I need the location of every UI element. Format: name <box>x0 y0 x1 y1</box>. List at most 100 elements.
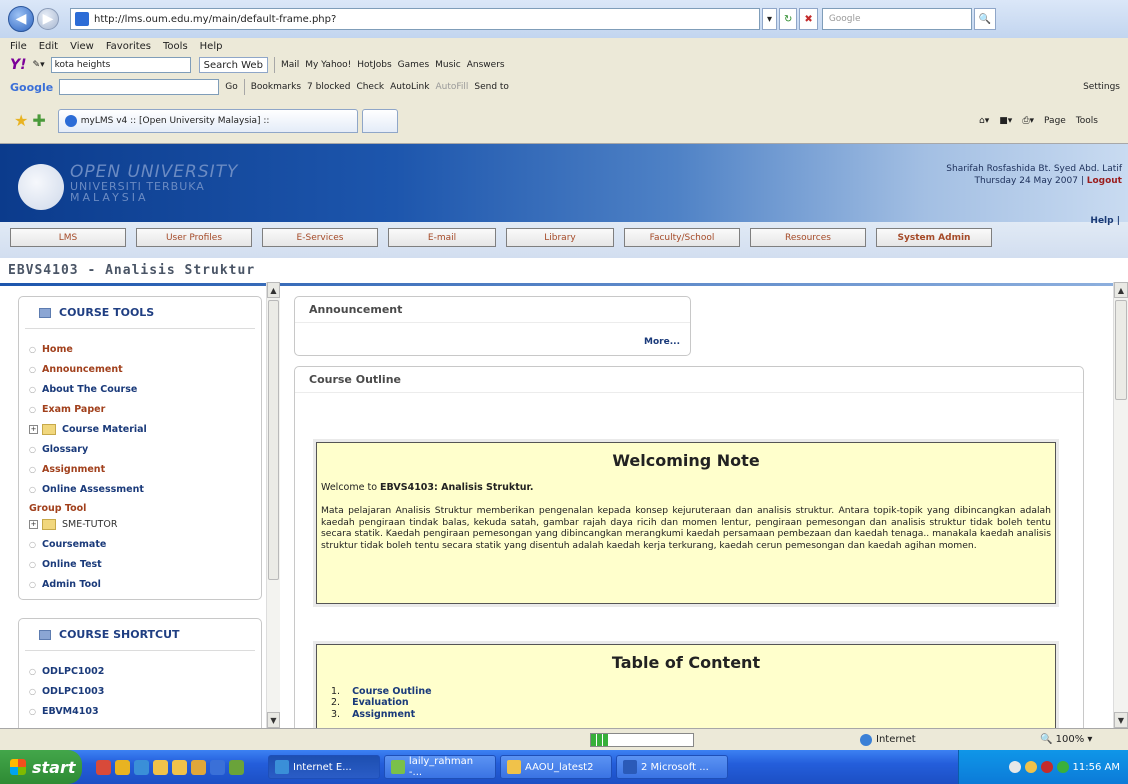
search-button[interactable]: 🔍 <box>973 8 997 30</box>
taskbar-folder[interactable]: AAOU_latest2 <box>500 755 612 779</box>
tool-course-material[interactable]: + Course Material <box>29 421 261 437</box>
yahoo-search-input[interactable]: kota heights <box>50 57 191 73</box>
tab-mylms[interactable]: myLMS v4 :: [Open University Malaysia] :… <box>57 108 358 133</box>
expand-icon[interactable]: + <box>29 424 38 434</box>
page-scrollbar[interactable]: ▲ ▼ <box>1113 282 1128 728</box>
scroll-up-arrow[interactable]: ▲ <box>267 282 280 298</box>
quicklaunch-icon[interactable] <box>191 759 206 775</box>
add-favorites-icon[interactable]: ✚ <box>32 111 45 130</box>
zoom-level[interactable]: 🔍 100% ▾ <box>1040 734 1092 745</box>
forward-button[interactable]: ▶ <box>37 8 59 30</box>
yahoo-myyahoo-link[interactable]: My Yahoo! <box>305 60 351 70</box>
google-go-button[interactable]: Go <box>225 82 237 92</box>
menu-favorites[interactable]: Favorites <box>106 41 151 52</box>
tray-icon[interactable] <box>1040 761 1053 773</box>
google-search-input[interactable] <box>59 79 220 95</box>
tool-glossary[interactable]: ○ Glossary <box>29 441 261 457</box>
nav-library-button[interactable]: Library <box>506 228 614 247</box>
google-autofill[interactable]: AutoFill <box>435 82 468 92</box>
menu-edit[interactable]: Edit <box>39 41 58 52</box>
quicklaunch-icon[interactable] <box>210 759 225 775</box>
menu-file[interactable]: File <box>10 41 27 52</box>
scroll-up-arrow[interactable]: ▲ <box>1114 282 1128 298</box>
yahoo-logo-icon[interactable]: Y! <box>10 57 27 73</box>
tool-exam-paper[interactable]: ○ Exam Paper <box>29 401 261 417</box>
quicklaunch-icon[interactable] <box>153 759 168 775</box>
yahoo-music-link[interactable]: Music <box>435 60 461 70</box>
refresh-button[interactable]: ↻ <box>779 8 798 30</box>
quicklaunch-icon[interactable] <box>172 759 187 775</box>
feeds-icon[interactable]: ■▾ <box>999 116 1012 126</box>
tray-icon[interactable] <box>1056 761 1069 773</box>
google-spellcheck[interactable]: Check <box>356 82 384 92</box>
yahoo-answers-link[interactable]: Answers <box>467 60 505 70</box>
nav-e-services-button[interactable]: E-Services <box>262 228 378 247</box>
pencil-icon[interactable]: ✎▾ <box>33 60 45 70</box>
scroll-thumb[interactable] <box>268 300 279 580</box>
toc-link-course-outline[interactable]: Course Outline <box>352 686 431 697</box>
logout-link[interactable]: Logout <box>1087 176 1122 186</box>
toc-link-evaluation[interactable]: Evaluation <box>352 697 409 708</box>
menu-help[interactable]: Help <box>200 41 223 52</box>
shortcut-ebvm4103[interactable]: ○ EBVM4103 <box>29 703 261 719</box>
left-scrollbar[interactable]: ▲ ▼ <box>266 282 280 728</box>
google-autolink[interactable]: AutoLink <box>390 82 429 92</box>
yahoo-search-button[interactable]: Search Web <box>198 57 268 73</box>
nav-e-mail-button[interactable]: E-mail <box>388 228 496 247</box>
address-dropdown-button[interactable]: ▾ <box>762 8 778 30</box>
tool-about-the-course[interactable]: ○ About The Course <box>29 381 261 397</box>
group-sme-tutor[interactable]: + SME-TUTOR <box>29 516 261 532</box>
new-tab-button[interactable] <box>361 108 398 133</box>
expand-icon[interactable]: + <box>29 519 38 529</box>
tool-assignment[interactable]: ○ Assignment <box>29 461 261 477</box>
print-icon[interactable]: ⎙▾ <box>1022 116 1034 126</box>
help-link[interactable]: Help | <box>1090 216 1120 226</box>
taskbar-messenger[interactable]: laily_rahman -... <box>384 755 496 779</box>
nav-lms-button[interactable]: LMS <box>10 228 126 247</box>
scroll-thumb[interactable] <box>1115 300 1127 400</box>
stop-button[interactable]: ✖ <box>799 8 818 30</box>
tool-coursemate[interactable]: ○ Coursemate <box>29 536 261 552</box>
address-field[interactable]: http://lms.oum.edu.my/main/default-frame… <box>70 8 760 30</box>
quicklaunch-icon[interactable] <box>115 759 130 775</box>
google-bookmarks[interactable]: Bookmarks <box>251 82 301 92</box>
google-popup-blocked[interactable]: 7 blocked <box>307 82 350 92</box>
nav-faculty-school-button[interactable]: Faculty/School <box>624 228 740 247</box>
home-icon[interactable]: ⌂▾ <box>979 116 989 126</box>
quicklaunch-icon[interactable] <box>229 759 244 775</box>
tool-online-test[interactable]: ○ Online Test <box>29 556 261 572</box>
yahoo-games-link[interactable]: Games <box>398 60 429 70</box>
google-settings[interactable]: Settings <box>1083 82 1120 92</box>
scroll-down-arrow[interactable]: ▼ <box>1114 712 1128 728</box>
menu-tools[interactable]: Tools <box>163 41 188 52</box>
tray-icon[interactable] <box>1024 761 1037 773</box>
page-menu[interactable]: Page <box>1044 116 1066 126</box>
quicklaunch-icon[interactable] <box>134 759 149 775</box>
yahoo-mail-link[interactable]: Mail <box>281 60 299 70</box>
tool-admin-tool[interactable]: ○ Admin Tool <box>29 576 261 592</box>
nav-system-admin-button[interactable]: System Admin <box>876 228 992 247</box>
nav-user-profiles-button[interactable]: User Profiles <box>136 228 252 247</box>
back-button[interactable]: ◀ <box>8 6 34 32</box>
google-sendto[interactable]: Send to <box>474 82 509 92</box>
toc-link-assignment[interactable]: Assignment <box>352 709 415 720</box>
yahoo-hotjobs-link[interactable]: HotJobs <box>357 60 391 70</box>
shortcut-odlpc1003[interactable]: ○ ODLPC1003 <box>29 683 261 699</box>
tools-menu[interactable]: Tools <box>1076 116 1098 126</box>
menu-view[interactable]: View <box>70 41 94 52</box>
nav-resources-button[interactable]: Resources <box>750 228 866 247</box>
shortcut-odlpc1002[interactable]: ○ ODLPC1002 <box>29 663 261 679</box>
tool-online-assessment[interactable]: ○ Online Assessment <box>29 481 261 497</box>
tray-icon[interactable] <box>1008 761 1021 773</box>
scroll-down-arrow[interactable]: ▼ <box>267 712 280 728</box>
tool-announcement[interactable]: ○ Announcement <box>29 361 261 377</box>
tool-home[interactable]: ○ Home <box>29 341 261 357</box>
search-input[interactable]: Google <box>821 8 972 30</box>
taskbar-ie[interactable]: Internet E... <box>268 755 380 779</box>
announcement-more-link[interactable]: More... <box>644 337 680 347</box>
user-info: Sharifah Rosfashida Bt. Syed Abd. Latif … <box>946 164 1122 187</box>
favorites-star-icon[interactable]: ★ <box>14 111 28 130</box>
start-button[interactable]: start <box>0 750 82 784</box>
quicklaunch-icon[interactable] <box>96 759 111 775</box>
taskbar-word[interactable]: 2 Microsoft ... <box>616 755 728 779</box>
